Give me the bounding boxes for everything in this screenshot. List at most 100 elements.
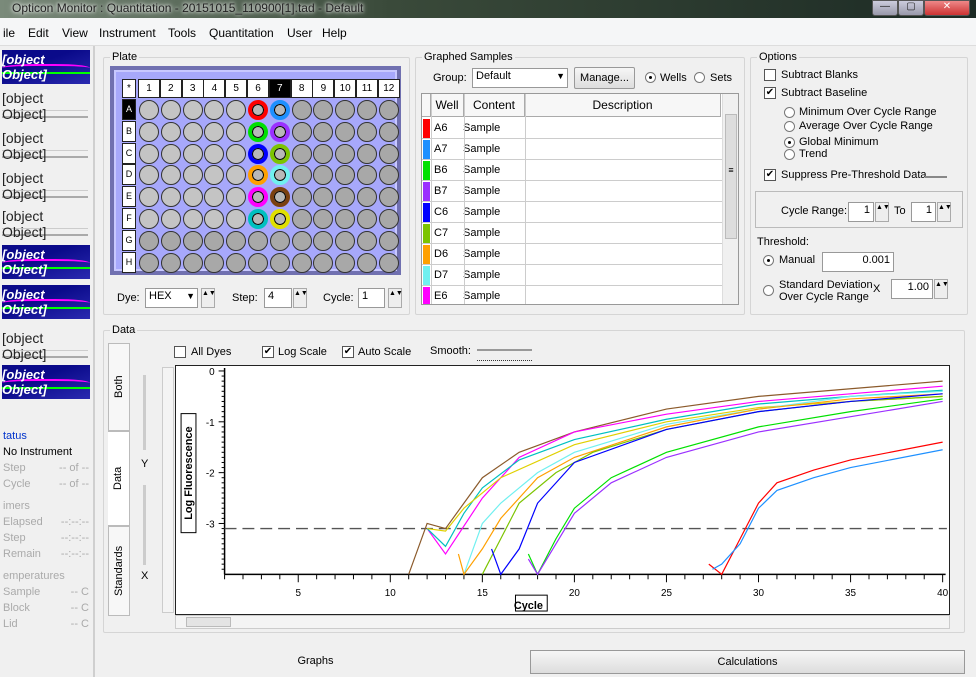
plate-column-header[interactable]: 1 <box>138 79 160 98</box>
plate-well-B3[interactable] <box>182 121 203 142</box>
tab-graphs[interactable]: Graphs <box>103 650 528 674</box>
plate-well-C1[interactable] <box>139 143 159 164</box>
plate-well-E7[interactable] <box>269 187 290 208</box>
plate-well-C6[interactable] <box>248 143 268 164</box>
plate-well-E12[interactable] <box>378 187 399 208</box>
table-row[interactable]: C6 Sample <box>422 202 722 223</box>
plate-well-F5[interactable] <box>226 209 247 229</box>
plate-well-G8[interactable] <box>291 230 312 251</box>
tab-data[interactable]: Data <box>108 431 130 526</box>
header-content[interactable]: Content <box>464 94 525 117</box>
plate-well-H5[interactable] <box>226 252 247 273</box>
table-scrollbar[interactable]: ≡ <box>722 94 738 304</box>
close-button[interactable]: ✕ <box>924 0 970 16</box>
plate-well-E1[interactable] <box>139 187 159 208</box>
cycle-from-spinner[interactable]: ▲▼ <box>875 202 890 222</box>
plate-well-F3[interactable] <box>182 209 203 229</box>
plate-well-B7[interactable] <box>269 121 290 142</box>
plate-well-G2[interactable] <box>160 230 181 251</box>
plate-column-header[interactable]: 5 <box>225 79 248 98</box>
menu-help[interactable]: Help <box>322 26 347 40</box>
plate-well-C2[interactable] <box>160 143 181 164</box>
plate-well-B5[interactable] <box>226 121 247 142</box>
menu-user[interactable]: User <box>287 26 312 40</box>
menu-ile[interactable]: ile <box>3 26 15 40</box>
plate-well-C3[interactable] <box>182 143 203 164</box>
all-dyes-checkbox[interactable] <box>174 346 186 358</box>
plate-well-C7[interactable] <box>269 143 290 164</box>
plate-well-D5[interactable] <box>226 165 247 186</box>
plate-well-B12[interactable] <box>378 121 399 142</box>
chart-horizontal-scrollbar[interactable] <box>175 615 950 629</box>
plate-well-H12[interactable] <box>378 252 399 273</box>
plate-well-D7[interactable] <box>269 165 290 186</box>
plate-well-A2[interactable] <box>160 100 181 120</box>
minimize-button[interactable]: — <box>872 0 898 16</box>
plate-well-A4[interactable] <box>204 100 225 120</box>
plate-well-E8[interactable] <box>291 187 312 208</box>
step-spinner[interactable]: ▲▼ <box>293 288 308 308</box>
plate-well-G12[interactable] <box>378 230 399 251</box>
plate-well-G6[interactable] <box>248 230 268 251</box>
table-row[interactable]: B7 Sample <box>422 181 722 202</box>
header-description[interactable]: Description <box>525 94 721 117</box>
plate-well-D10[interactable] <box>335 165 356 186</box>
plate-row-header[interactable]: E <box>122 186 136 208</box>
manage-button[interactable]: Manage... <box>574 67 635 89</box>
scroll-thumb[interactable]: ≡ <box>725 114 737 239</box>
smooth-slider[interactable] <box>477 349 532 361</box>
plate-well-F4[interactable] <box>204 209 225 229</box>
plate-well-D3[interactable] <box>182 165 203 186</box>
suppress-checkbox[interactable]: ✔ <box>764 169 776 181</box>
plate-well-G7[interactable] <box>269 230 290 251</box>
step-field[interactable]: 4 <box>264 288 292 308</box>
plate-well-C5[interactable] <box>226 143 247 164</box>
plate-well-F2[interactable] <box>160 209 181 229</box>
plate-well-H11[interactable] <box>357 252 377 273</box>
suppress-slider[interactable] <box>925 176 947 178</box>
plate-well-H2[interactable] <box>160 252 181 273</box>
plate-well-F12[interactable] <box>378 209 399 229</box>
nav-run-button[interactable]: [object Object] <box>2 88 90 122</box>
plate-column-header[interactable]: 12 <box>377 79 400 98</box>
table-row[interactable]: A6 Sample <box>422 118 722 139</box>
plate-row-header[interactable]: D <box>122 164 136 186</box>
plate-column-header[interactable]: 6 <box>247 79 269 98</box>
plate-well-B9[interactable] <box>313 121 334 142</box>
cycle-field[interactable]: 1 <box>358 288 385 308</box>
plate-well-C4[interactable] <box>204 143 225 164</box>
cycle-from-field[interactable]: 1 <box>848 202 874 222</box>
plate-well-G10[interactable] <box>335 230 356 251</box>
plate-well-A9[interactable] <box>313 100 334 120</box>
plate-well-H1[interactable] <box>139 252 159 273</box>
plate-well-E10[interactable] <box>335 187 356 208</box>
sets-radio[interactable] <box>694 72 705 83</box>
plate-well-G5[interactable] <box>226 230 247 251</box>
menu-tools[interactable]: Tools <box>168 26 196 40</box>
plate-well-H7[interactable] <box>269 252 290 273</box>
stddev-factor-field[interactable]: 1.00 <box>891 279 933 299</box>
plate-well-A12[interactable] <box>378 100 399 120</box>
plate-well-C12[interactable] <box>378 143 399 164</box>
cycle-to-field[interactable]: 1 <box>911 202 936 222</box>
plate-well-D6[interactable] <box>248 165 268 186</box>
plate-well-A1[interactable] <box>139 100 159 120</box>
group-select[interactable]: Default ▼ <box>472 68 568 88</box>
plate-well-F8[interactable] <box>291 209 312 229</box>
plate-well-A6[interactable] <box>248 100 268 120</box>
plate-well-D9[interactable] <box>313 165 334 186</box>
menu-edit[interactable]: Edit <box>28 26 49 40</box>
plate-well-B10[interactable] <box>335 121 356 142</box>
plate-well-C8[interactable] <box>291 143 312 164</box>
baseline-mode-radio[interactable] <box>784 149 795 160</box>
auto-scale-checkbox[interactable]: ✔ <box>342 346 354 358</box>
dye-select[interactable]: HEX ▼ <box>145 288 198 308</box>
plate-row-header[interactable]: A <box>122 99 136 120</box>
y-slider[interactable] <box>143 375 146 450</box>
table-row[interactable]: B6 Sample <box>422 160 722 181</box>
plate-well-H6[interactable] <box>248 252 268 273</box>
plate-well-H8[interactable] <box>291 252 312 273</box>
plate-well-B8[interactable] <box>291 121 312 142</box>
table-row[interactable]: C7 Sample <box>422 223 722 244</box>
table-row[interactable]: A7 Sample <box>422 139 722 160</box>
